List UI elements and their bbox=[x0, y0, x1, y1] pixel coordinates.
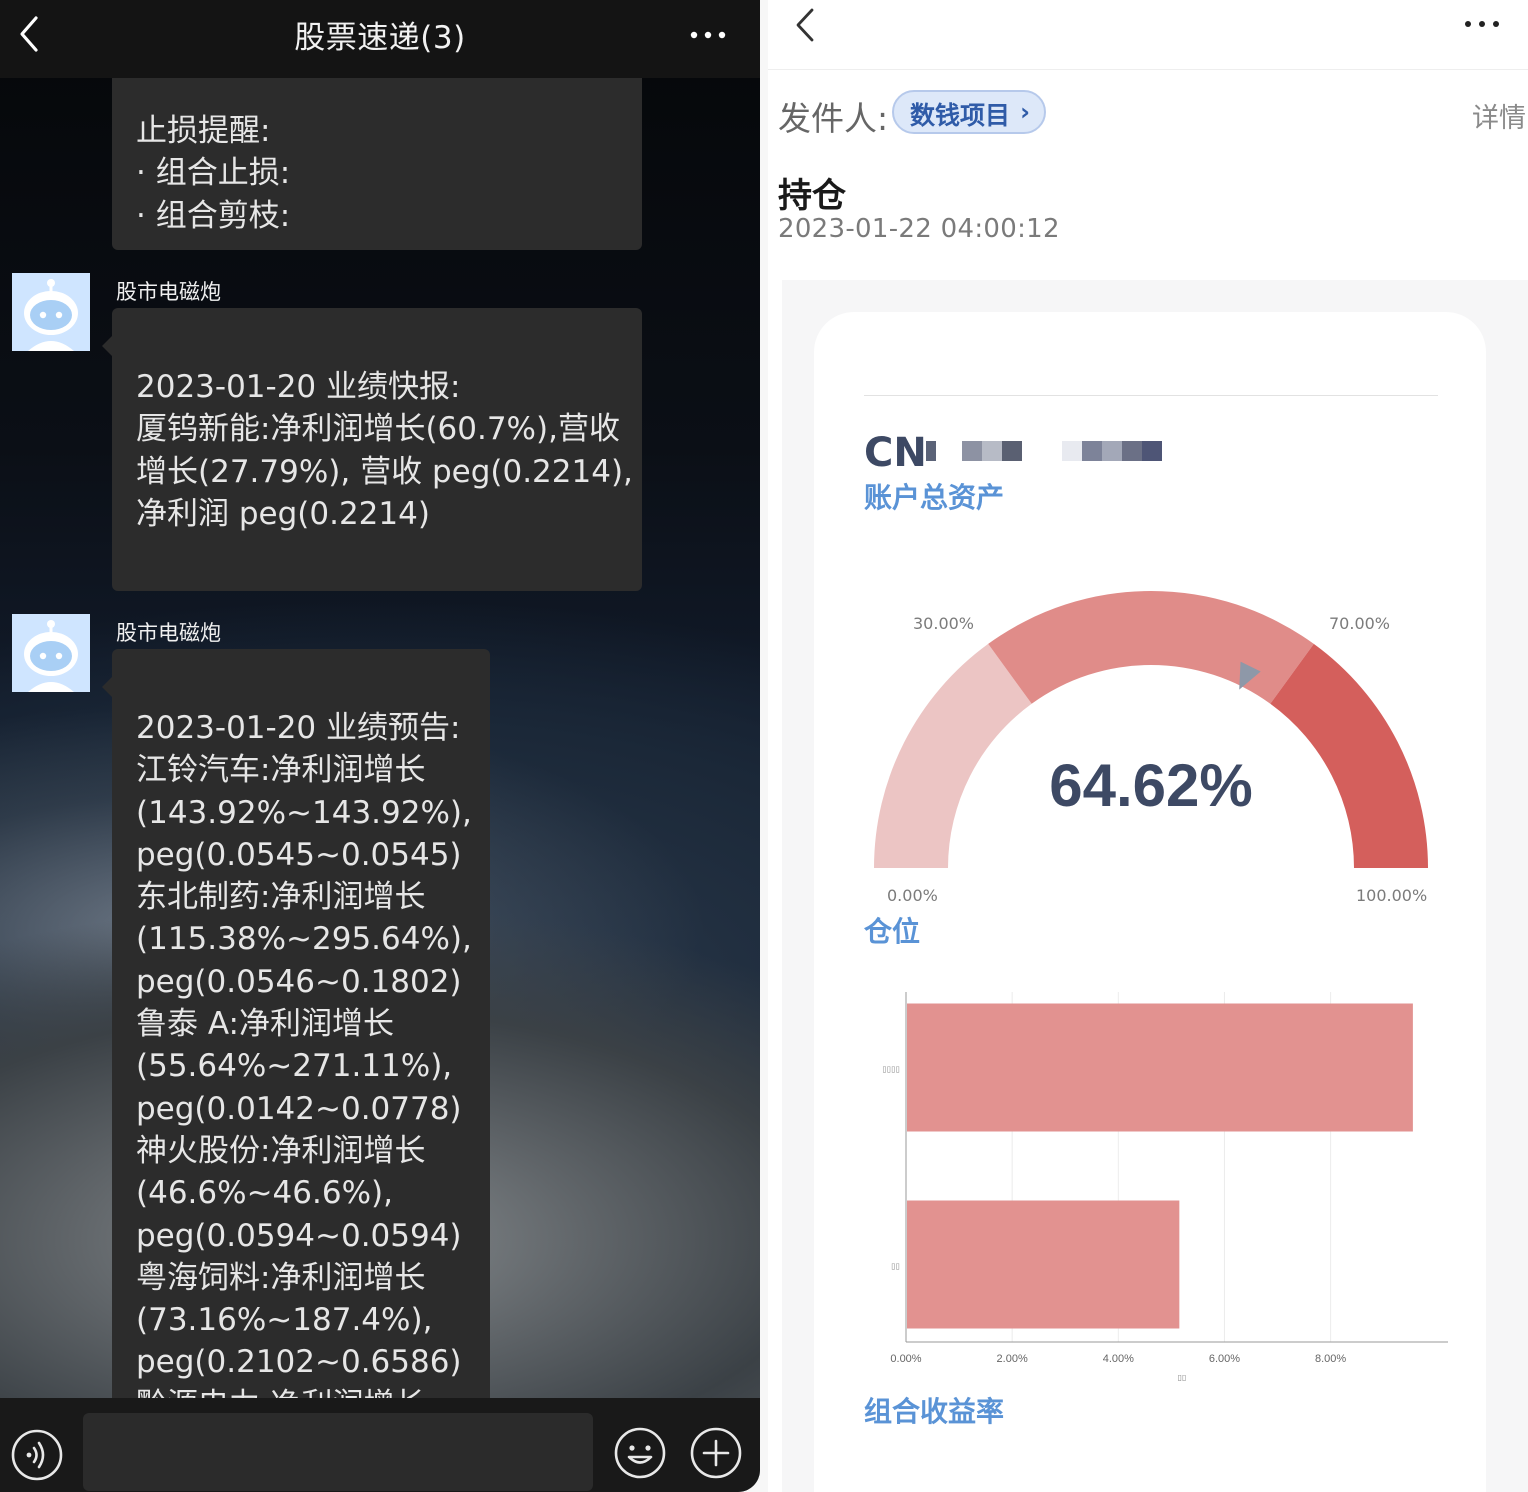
x-tick-label: 8.00% bbox=[1315, 1353, 1346, 1365]
gauge-value: 64.62% bbox=[1049, 752, 1253, 819]
message-line: · 组合止损: bbox=[136, 155, 291, 192]
message-line: 江铃汽车:净利润增长 bbox=[136, 752, 426, 789]
message-line: 增长(27.79%), 营收 peg(0.2214), bbox=[136, 453, 633, 490]
message-line: 2023-01-20 业绩预告: bbox=[136, 710, 461, 746]
gauge-band-low bbox=[874, 643, 1032, 868]
message-line: 东北制药:净利润增长 bbox=[136, 879, 426, 916]
mail-date: 2023-01-22 04:00:12 bbox=[778, 214, 1060, 244]
message-line: (115.38%~295.64%), bbox=[136, 921, 472, 958]
y-tick-label: ▯▯▯▯ bbox=[882, 1065, 900, 1074]
x-tick-label: 0.00% bbox=[890, 1353, 921, 1365]
gauge-band-mid bbox=[988, 591, 1314, 704]
message-line: 粤海饲料:净利润增长 bbox=[136, 1259, 426, 1296]
redacted-value bbox=[1122, 441, 1142, 461]
message-line: peg(0.0594~0.0594) bbox=[136, 1217, 462, 1254]
message-line: · 组合剪枝: bbox=[136, 197, 291, 234]
total-assets-label: 账户总资产 bbox=[864, 481, 1005, 514]
chevron-right-icon: › bbox=[1020, 98, 1030, 126]
x-tick-label: 2.00% bbox=[997, 1353, 1028, 1365]
return-bar-chart: 0.00% 2.00% 4.00% 6.00% 8.00%▯▯▯▯▯▯▯▯ bbox=[882, 992, 1448, 1382]
bar bbox=[907, 1003, 1413, 1132]
message-line: peg(0.0142~0.0778) bbox=[136, 1090, 462, 1127]
redacted-value bbox=[962, 441, 982, 461]
redacted-value bbox=[1142, 441, 1162, 461]
message-line: 厦钨新能:净利润增长(60.7%),营收 bbox=[136, 411, 620, 448]
x-tick-label: 4.00% bbox=[1103, 1353, 1134, 1365]
message-line: peg(0.2102~0.6586) bbox=[136, 1344, 462, 1381]
message-line: peg(0.0546~0.1802) bbox=[136, 963, 462, 1000]
message-line: 神火股份:净利润增长 bbox=[136, 1132, 426, 1169]
gauge-tick-label: 100.00% bbox=[1356, 886, 1428, 905]
gauge-tick-label: 0.00% bbox=[887, 886, 938, 905]
x-axis-label: ▯▯ bbox=[1178, 1373, 1187, 1382]
voice-icon[interactable] bbox=[11, 1429, 63, 1481]
mail-topbar bbox=[768, 0, 1528, 70]
chat-panel: 股票速递(3) 止损提醒: · 组合止损: · 组合剪枝: 股市电磁炮 2023… bbox=[0, 0, 760, 1492]
position-label: 仓位 bbox=[864, 915, 921, 948]
gauge-band-high bbox=[1270, 643, 1428, 868]
message-line: (46.6%~46.6%), bbox=[136, 1175, 393, 1212]
message-line: (55.64%~271.11%), bbox=[136, 1048, 453, 1085]
message-line: 止损提醒: bbox=[136, 113, 271, 149]
mail-panel: 发件人: 数钱项目 › 详情 持仓 2023-01-22 04:00:12 CN… bbox=[768, 0, 1528, 1492]
total-assets-currency: CN bbox=[864, 430, 927, 476]
redacted-value bbox=[1002, 441, 1022, 461]
sender-name: 股市电磁炮 bbox=[116, 280, 221, 304]
message-bubble: 2023-01-20 业绩预告: 江铃汽车:净利润增长 (143.92%~143… bbox=[102, 649, 490, 1429]
redacted-value bbox=[926, 441, 936, 461]
bar bbox=[907, 1200, 1180, 1329]
sender-chip[interactable]: 数钱项目 › bbox=[892, 90, 1046, 134]
message-line: 净利润 peg(0.2214) bbox=[136, 495, 430, 532]
back-icon[interactable] bbox=[790, 6, 820, 44]
portfolio-return-label: 组合收益率 bbox=[864, 1395, 1005, 1428]
plus-icon[interactable] bbox=[689, 1426, 743, 1480]
message-line: (143.92%~143.92%), bbox=[136, 794, 472, 831]
more-icon[interactable] bbox=[1462, 12, 1502, 36]
gauge-tick-label: 70.00% bbox=[1329, 614, 1391, 633]
redacted-value bbox=[1062, 441, 1082, 461]
message-bubble: 止损提醒: · 组合止损: · 组合剪枝: bbox=[112, 78, 642, 250]
sender-label: 发件人: bbox=[778, 99, 889, 138]
y-tick-label: ▯▯ bbox=[891, 1262, 900, 1271]
report-divider bbox=[864, 395, 1438, 396]
message-bubble: 2023-01-20 业绩快报: 厦钨新能:净利润增长(60.7%),营收 增长… bbox=[102, 308, 642, 591]
gauge-tick-label: 30.00% bbox=[913, 614, 975, 633]
bot-avatar[interactable] bbox=[12, 273, 90, 351]
x-tick-label: 6.00% bbox=[1209, 1353, 1240, 1365]
emoji-icon[interactable] bbox=[613, 1426, 667, 1480]
redacted-value bbox=[1082, 441, 1102, 461]
bot-avatar[interactable] bbox=[12, 614, 90, 692]
sender-chip-name: 数钱项目 bbox=[910, 101, 1011, 130]
message-line: 2023-01-20 业绩快报: bbox=[136, 369, 461, 405]
chat-header: 股票速递(3) bbox=[0, 0, 760, 78]
redacted-value bbox=[982, 441, 1002, 461]
details-link[interactable]: 详情 bbox=[1472, 96, 1526, 135]
chat-input-bar bbox=[0, 1398, 760, 1492]
more-icon[interactable] bbox=[688, 20, 728, 50]
chat-title: 股票速递(3) bbox=[294, 20, 466, 56]
redacted-value bbox=[1102, 441, 1122, 461]
message-input[interactable] bbox=[83, 1413, 593, 1491]
mail-subject: 持仓 bbox=[778, 176, 846, 216]
message-line: (73.16%~187.4%), bbox=[136, 1302, 433, 1339]
message-line: 鲁泰 A:净利润增长 bbox=[136, 1006, 394, 1043]
sender-name: 股市电磁炮 bbox=[116, 621, 221, 645]
message-line: peg(0.0545~0.0545) bbox=[136, 836, 462, 873]
